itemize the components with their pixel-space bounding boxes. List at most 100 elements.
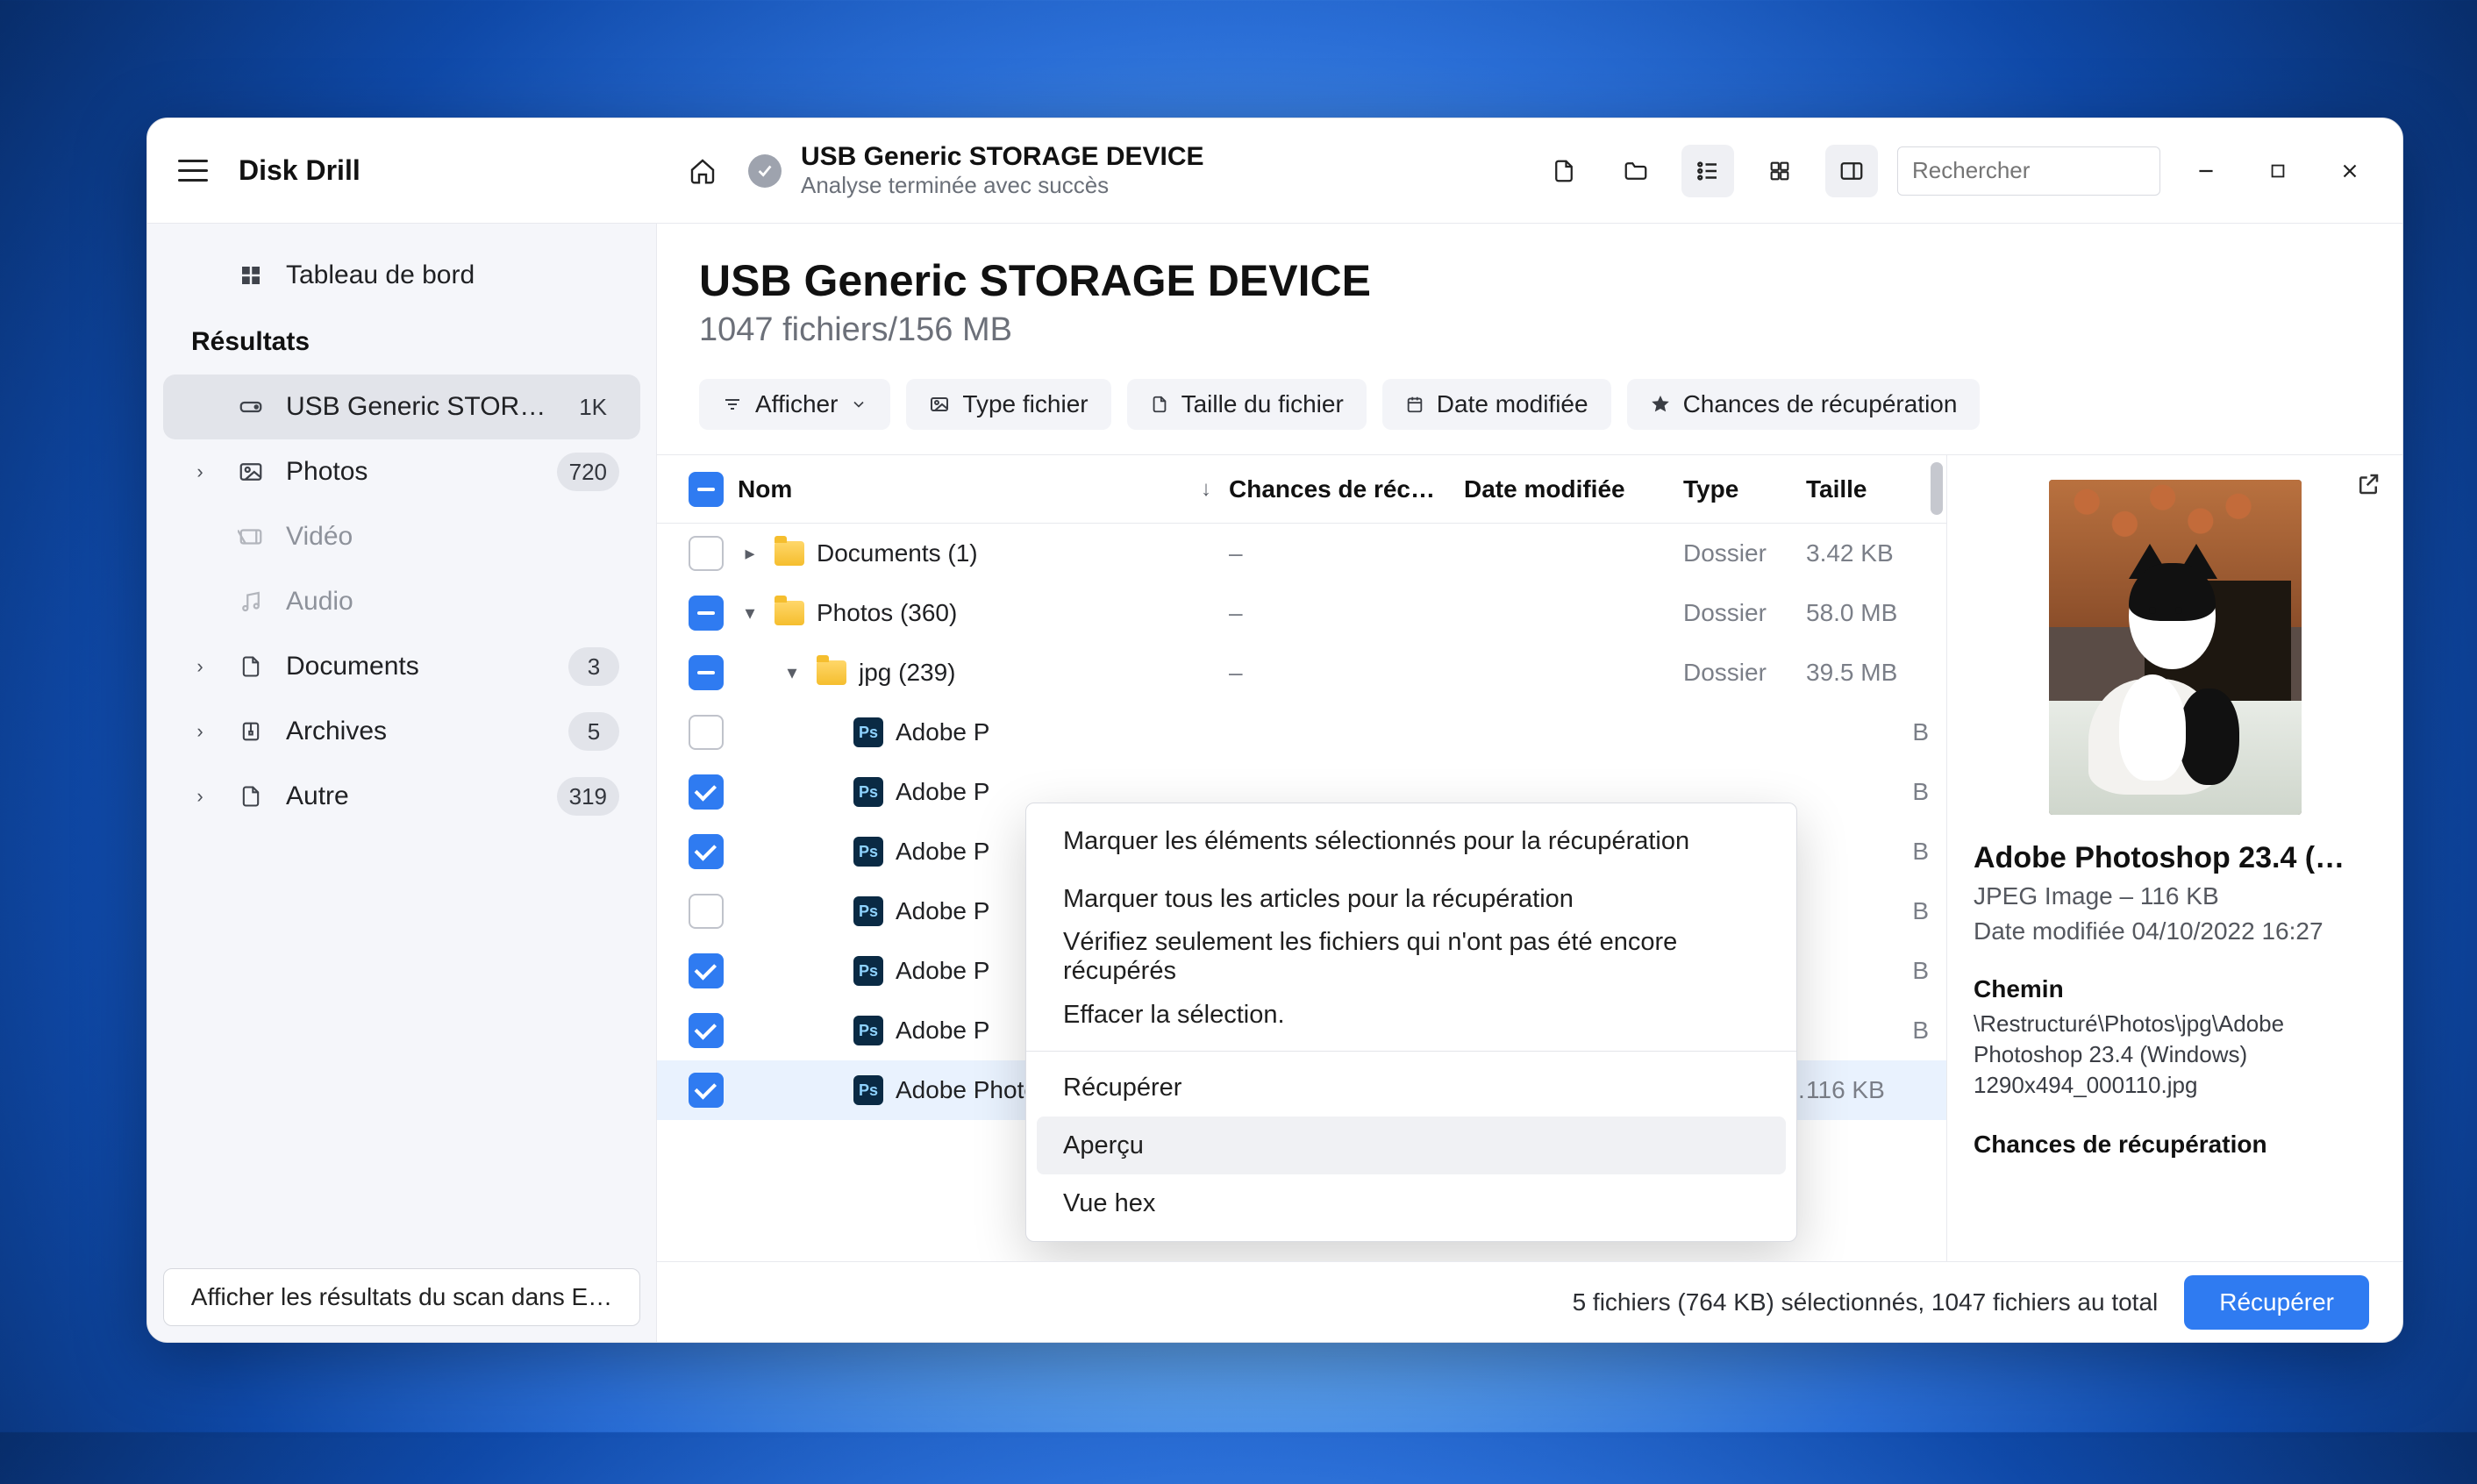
sidebar-item-label: Vidéo [286,522,619,552]
expand-caret[interactable]: ▸ [738,542,762,565]
footer: 5 fichiers (764 KB) sélectionnés, 1047 f… [657,1261,2402,1342]
details-meta2: Date modifiée 04/10/2022 16:27 [1974,917,2376,945]
context-menu-item[interactable]: Marquer les éléments sélectionnés pour l… [1037,812,1786,870]
filter-show-label: Afficher [755,390,838,418]
col-chance[interactable]: Chances de réc… [1229,475,1464,503]
sidebar-item-0[interactable]: USB Generic STORAGE D…1K [163,375,640,439]
filter-recov[interactable]: Chances de récupération [1627,379,1981,430]
dashboard-icon [238,262,264,289]
context-menu-item[interactable]: Vue hex [1037,1174,1786,1232]
row-checkbox[interactable] [689,894,724,929]
photoshop-icon: Ps [853,837,883,867]
row-checkbox[interactable] [689,536,724,571]
context-menu-item[interactable]: Effacer la sélection. [1037,986,1786,1044]
row-checkbox[interactable] [689,953,724,988]
calendar-icon [1405,395,1424,414]
row-size: B [1806,957,1946,985]
archive-icon [233,719,268,744]
row-checkbox[interactable] [689,655,724,690]
col-date[interactable]: Date modifiée [1464,475,1683,503]
sidebar-badge: 5 [568,712,619,751]
header-checkbox[interactable] [689,472,724,507]
context-menu-item[interactable]: Marquer tous les articles pour la récupé… [1037,870,1786,928]
row-name: Adobe P [896,897,989,925]
context-menu-item[interactable]: Récupérer [1037,1059,1786,1117]
filter-recov-label: Chances de récupération [1683,390,1958,418]
row-name: Adobe P [896,778,989,806]
table-row[interactable]: ▸Documents (1)–Dossier3.42 KB [657,524,1946,583]
file-icon [1551,158,1577,184]
sidebar-item-1[interactable]: ›Photos720 [163,439,640,504]
window-close[interactable] [2324,145,2376,197]
panel-icon [1838,158,1865,184]
row-checkbox[interactable] [689,834,724,869]
details-path-section: Chemin \Restructuré\Photos\jpg\Adobe Pho… [1974,975,2376,1101]
row-checkbox[interactable] [689,1073,724,1108]
chevron-right-icon: › [184,655,216,678]
rows: ▸Documents (1)–Dossier3.42 KB▾Photos (36… [657,524,1946,1261]
chevron-right-icon: › [184,785,216,808]
search-box[interactable] [1897,146,2160,196]
photoshop-icon: Ps [853,896,883,926]
photoshop-icon: Ps [853,717,883,747]
table-row[interactable]: PsAdobe PB [657,703,1946,762]
menu-separator [1026,1051,1796,1052]
search-input[interactable] [1912,157,2206,184]
app-window: Disk Drill USB Generic STORAGE DEVICE An… [146,118,2403,1343]
row-type: Dossier [1683,599,1806,627]
filter-datemod-label: Date modifiée [1437,390,1588,418]
table-row[interactable]: ▾jpg (239)–Dossier39.5 MB [657,643,1946,703]
filter-filetype[interactable]: Type fichier [906,379,1110,430]
sidebar-item-6[interactable]: ›Autre319 [163,764,640,829]
toolbar-folder-button[interactable] [1610,145,1662,197]
sidebar-item-5[interactable]: ›Archives5 [163,699,640,764]
view-list-button[interactable] [1681,145,1734,197]
row-size: 58.0 MB [1806,599,1946,627]
titlebar-status: Analyse terminée avec succès [801,172,1204,199]
sidebar-item-2[interactable]: Vidéo [163,504,640,569]
open-external-button[interactable] [2355,471,2381,497]
titlebar-device: USB Generic STORAGE DEVICE [801,142,1204,172]
expand-caret[interactable]: ▾ [738,602,762,624]
toolbar-file-button[interactable] [1538,145,1590,197]
recover-button[interactable]: Récupérer [2184,1275,2369,1330]
image-icon [929,394,950,415]
col-size[interactable]: Taille [1806,475,1946,503]
row-checkbox[interactable] [689,715,724,750]
scrollbar[interactable] [1931,462,1943,515]
filter-show[interactable]: Afficher [699,379,890,430]
window-maximize[interactable] [2252,145,2304,197]
window-minimize[interactable] [2180,145,2232,197]
col-name[interactable]: Nom↓ [738,475,1229,503]
view-grid-button[interactable] [1753,145,1806,197]
sidebar-item-4[interactable]: ›Documents3 [163,634,640,699]
view-panel-button[interactable] [1825,145,1878,197]
titlebar-left: Disk Drill [147,150,657,192]
row-checkbox[interactable] [689,1013,724,1048]
row-name: Adobe P [896,1017,989,1045]
expand-caret[interactable]: ▾ [780,661,804,684]
filter-filesize[interactable]: Taille du fichier [1127,379,1367,430]
context-menu-item[interactable]: Aperçu [1037,1117,1786,1174]
open-external-icon [2355,471,2381,497]
sidebar-badge: 319 [557,777,619,816]
folder-icon [775,601,804,625]
preview-thumbnail[interactable] [2049,480,2302,815]
footer-status: 5 fichiers (764 KB) sélectionnés, 1047 f… [1573,1288,2159,1316]
table-row[interactable]: ▾Photos (360)–Dossier58.0 MB [657,583,1946,643]
menu-button[interactable] [172,150,214,192]
row-size: B [1806,718,1946,746]
sidebar-dashboard[interactable]: Tableau de bord [163,243,640,308]
file-grid: Nom↓ Chances de réc… Date modifiée Type … [657,455,1946,1261]
row-checkbox[interactable] [689,596,724,631]
filter-row: Afficher Type fichier Taille du fichier … [657,349,2402,454]
show-results-explorer-button[interactable]: Afficher les résultats du scan dans E… [163,1268,640,1326]
row-name: Documents (1) [817,539,978,567]
home-button[interactable] [676,145,729,197]
grid-icon [1767,159,1792,183]
sidebar-item-3[interactable]: Audio [163,569,640,634]
col-type[interactable]: Type [1683,475,1806,503]
filter-datemod[interactable]: Date modifiée [1382,379,1611,430]
context-menu-item[interactable]: Vérifiez seulement les fichiers qui n'on… [1037,928,1786,986]
row-checkbox[interactable] [689,774,724,810]
